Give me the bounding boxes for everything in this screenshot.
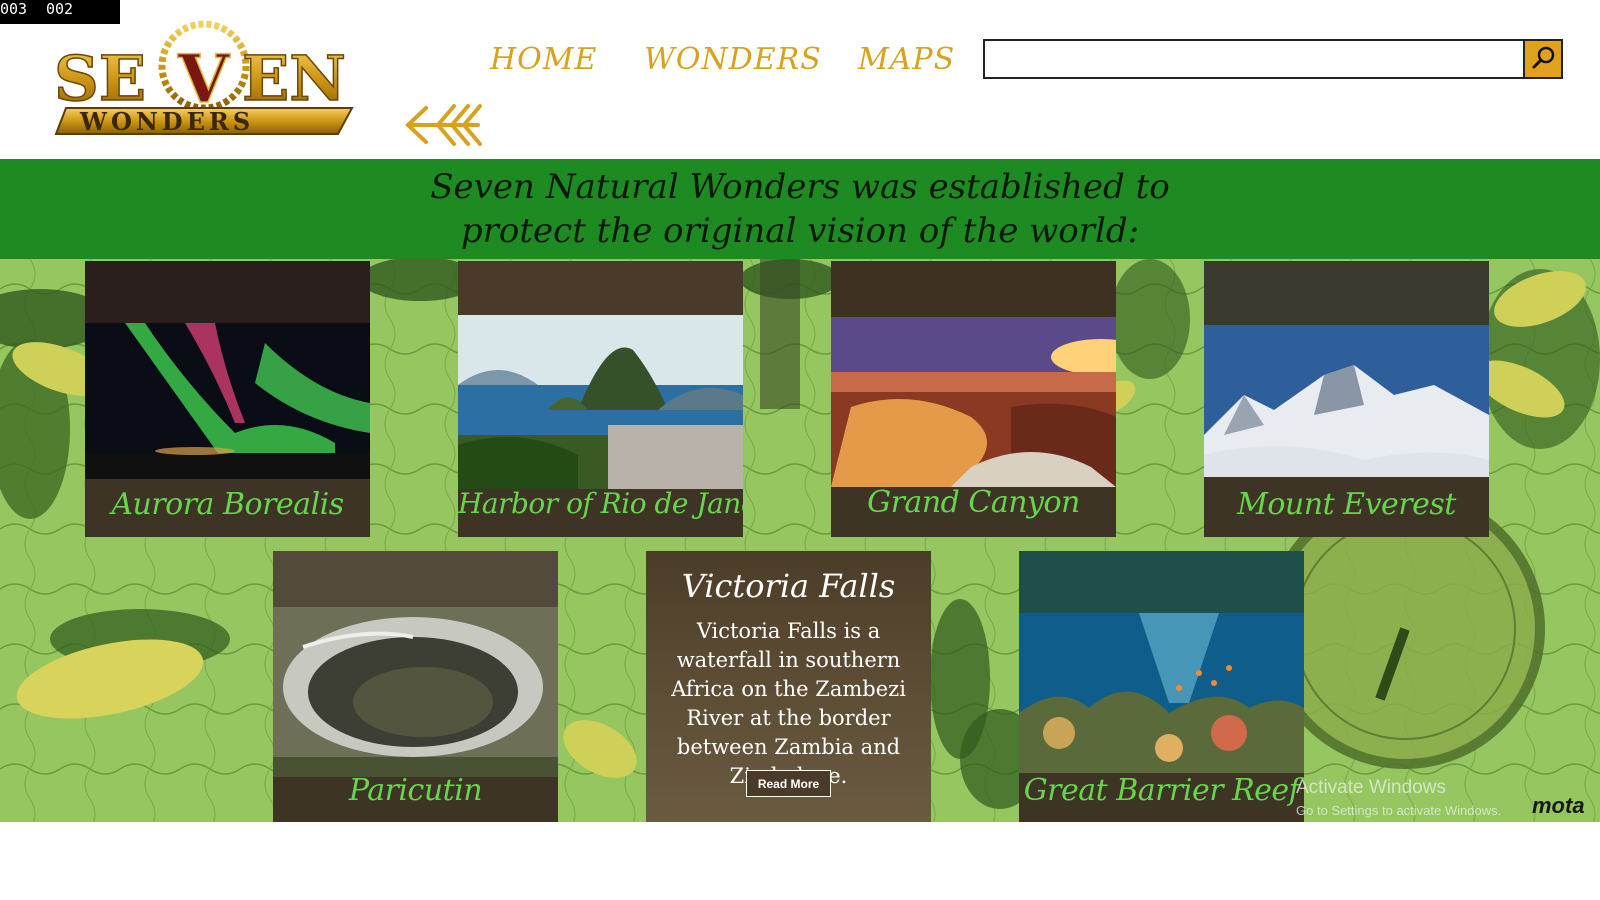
grand-canyon-image <box>831 317 1116 487</box>
site-logo[interactable]: SE V EN WONDERS <box>52 16 362 140</box>
wonder-card-grand-canyon[interactable]: Grand Canyon <box>831 261 1116 537</box>
great-barrier-reef-image <box>1019 613 1304 773</box>
read-more-button[interactable]: Read More <box>746 770 831 797</box>
watermark-subtitle: Go to Settings to activate Windows. <box>1296 803 1502 818</box>
nav-wonders[interactable]: WONDERS <box>644 42 822 77</box>
counter-left: 003 <box>0 0 28 18</box>
mission-banner: Seven Natural Wonders was established to… <box>0 159 1600 259</box>
wonder-title: Great Barrier Reef <box>1023 773 1300 808</box>
double-arrow-left-icon[interactable] <box>404 100 482 150</box>
nav-home[interactable]: HOME <box>490 42 597 77</box>
mota-logo: mota <box>1532 793 1585 818</box>
wonder-card-victoria-falls[interactable]: Victoria Falls Victoria Falls is a water… <box>646 551 931 822</box>
rio-harbor-image <box>458 315 743 489</box>
nav-maps[interactable]: MAPS <box>858 42 955 77</box>
wonder-title: Grand Canyon <box>867 485 1080 520</box>
wonder-title: Aurora Borealis <box>111 487 344 522</box>
search-icon <box>1532 46 1555 69</box>
mount-everest-image <box>1204 325 1489 477</box>
wonder-title: Harbor of Rio de Janeiro <box>458 487 743 520</box>
wonder-description: Victoria Falls is a waterfall in souther… <box>671 619 906 788</box>
activate-windows-watermark: Activate Windows Go to Settings to activ… <box>1296 777 1501 818</box>
wonder-card-harbor-of-rio[interactable]: Harbor of Rio de Janeiro <box>458 261 743 537</box>
wonders-gallery: Aurora Borealis Harbor of Rio de Janeiro <box>0 259 1600 822</box>
aurora-borealis-image <box>85 323 370 479</box>
watermark-title: Activate Windows <box>1296 777 1446 798</box>
logo-word-en: EN <box>242 42 346 115</box>
paricutin-image <box>273 607 558 777</box>
wonder-title: Mount Everest <box>1237 487 1456 522</box>
wonder-title: Paricutin <box>348 773 483 808</box>
logo-word-wonders: WONDERS <box>79 107 254 136</box>
search-input[interactable] <box>985 41 1525 77</box>
logo-word-se: SE <box>54 42 146 115</box>
wonder-card-mount-everest[interactable]: Mount Everest <box>1204 261 1489 537</box>
wonder-card-paricutin[interactable]: Paricutin <box>273 551 558 822</box>
search-button[interactable] <box>1523 41 1561 77</box>
mission-text: Seven Natural Wonders was established to… <box>430 167 1170 251</box>
wonder-card-great-barrier-reef[interactable]: Great Barrier Reef <box>1019 551 1304 822</box>
search-box <box>983 39 1563 79</box>
wonder-title: Victoria Falls <box>681 567 896 605</box>
wonder-card-aurora-borealis[interactable]: Aurora Borealis <box>85 261 370 537</box>
